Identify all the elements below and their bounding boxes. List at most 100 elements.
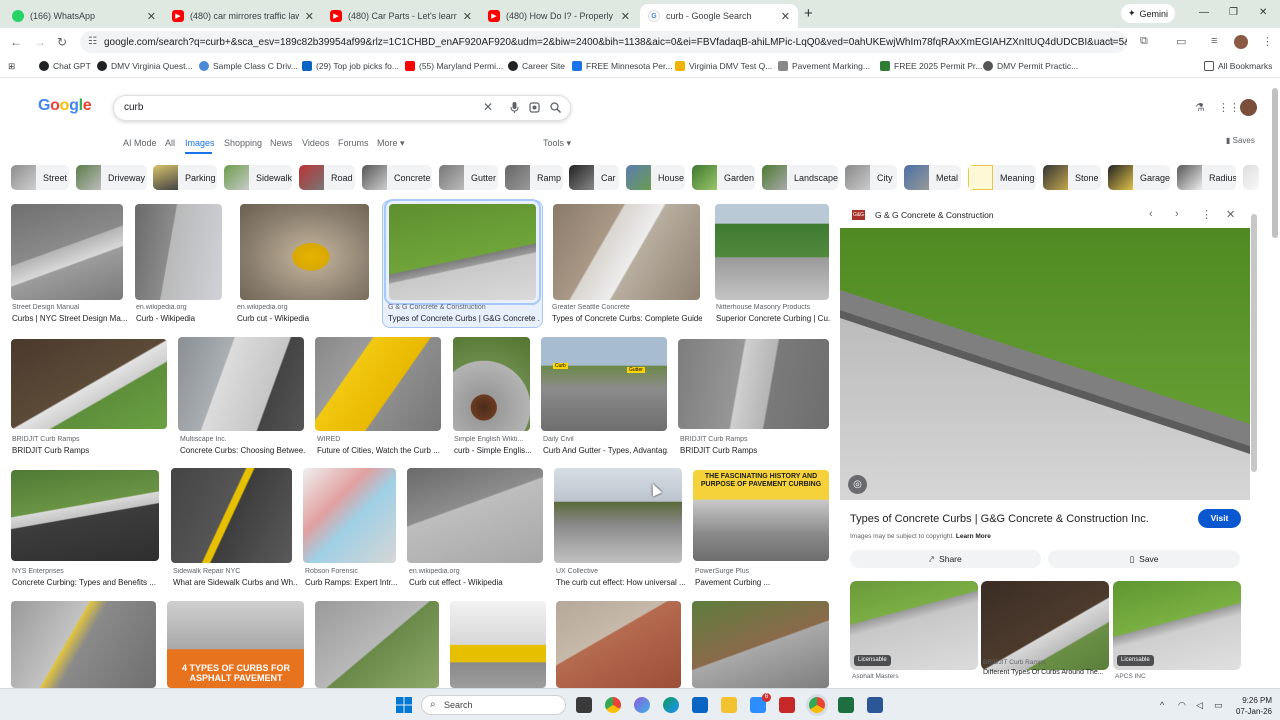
result-caption[interactable]: Types of Concrete Curbs: Complete Guide … — [552, 314, 702, 323]
tab-news[interactable]: News — [270, 138, 293, 148]
result-image[interactable] — [678, 339, 829, 429]
reading-list-icon[interactable]: ≡ — [1211, 35, 1217, 47]
chrome-active-icon[interactable] — [809, 697, 825, 713]
outlook-icon[interactable] — [692, 697, 708, 713]
result-caption[interactable]: The curb cut effect: How universal ... — [556, 578, 691, 587]
page-scroll-thumb[interactable] — [1272, 88, 1278, 238]
clock[interactable]: 9:26 PM 07-Jan-26 — [1232, 695, 1272, 717]
windows-start-icon[interactable] — [396, 697, 412, 713]
next-icon[interactable]: › — [1175, 208, 1179, 220]
chrome-icon[interactable] — [605, 697, 621, 713]
chip-ramp[interactable]: Ramp — [505, 165, 563, 190]
result-caption[interactable]: Curb cut - Wikipedia — [237, 314, 372, 323]
account-avatar[interactable] — [1240, 99, 1257, 116]
browser-tab-youtube-2[interactable]: ▶ (480) Car Parts - Let's learn and ✕ — [322, 4, 480, 28]
result-caption[interactable]: curb - Simple Englis... — [454, 446, 532, 455]
result-image[interactable]: Curb Gutter — [541, 337, 667, 431]
close-tab-icon[interactable]: ✕ — [621, 10, 630, 23]
bookmark-minnesota-permit[interactable]: FREE Minnesota Per... — [572, 61, 672, 71]
result-image[interactable] — [315, 601, 439, 688]
result-image[interactable] — [556, 601, 681, 688]
wifi-icon[interactable]: ◠ — [1178, 700, 1186, 711]
result-image[interactable] — [135, 204, 222, 300]
chip-street[interactable]: Street — [11, 165, 69, 190]
preview-title[interactable]: Types of Concrete Curbs | G&G Concrete &… — [850, 513, 1149, 525]
result-caption[interactable]: Curb cut effect - Wikipedia — [409, 578, 544, 587]
tab-ai-mode[interactable]: AI Mode — [123, 138, 157, 148]
saves-link[interactable]: ▮ Saves — [1226, 136, 1255, 145]
bookmark-chatgpt[interactable]: Chat GPT — [39, 61, 91, 71]
result-image[interactable] — [715, 204, 829, 300]
lens-camera-icon[interactable] — [529, 102, 540, 116]
result-image[interactable] — [11, 204, 123, 300]
chip-garage[interactable]: Garage — [1108, 165, 1170, 190]
tab-all[interactable]: All — [165, 138, 175, 148]
edge-icon[interactable] — [663, 697, 679, 713]
result-caption[interactable]: BRIDJIT Curb Ramps — [12, 446, 172, 455]
microphone-icon[interactable] — [510, 102, 519, 116]
chip-gutter[interactable]: Gutter — [439, 165, 498, 190]
chip-stone[interactable]: Stone — [1043, 165, 1101, 190]
close-tab-icon[interactable]: ✕ — [147, 10, 156, 23]
address-bar[interactable]: ☷ google.com/search?q=curb+&sca_esv=189c… — [80, 31, 1127, 53]
chip-city[interactable]: City — [845, 165, 897, 190]
taskbar-search[interactable]: ⌕ Search — [421, 695, 566, 715]
lens-search-icon[interactable]: ◎ — [848, 475, 867, 494]
more-options-icon[interactable]: ⋮ — [1201, 208, 1212, 221]
result-image[interactable] — [553, 204, 700, 300]
result-image[interactable] — [450, 601, 546, 688]
result-caption[interactable]: Future of Cities, Watch the Curb ... — [317, 446, 442, 455]
tab-images[interactable]: Images — [185, 138, 215, 148]
search-icon[interactable] — [550, 102, 562, 116]
related-image[interactable] — [981, 581, 1109, 670]
labs-flask-icon[interactable]: ⚗ — [1195, 101, 1205, 114]
panel-scrollbar[interactable] — [1251, 206, 1257, 676]
tab-more[interactable]: More ▾ — [377, 138, 405, 149]
chip-landscape[interactable]: Landscape — [762, 165, 838, 190]
result-image[interactable] — [453, 337, 530, 431]
chip-car[interactable]: Car — [569, 165, 619, 190]
close-panel-icon[interactable]: ✕ — [1226, 208, 1235, 221]
related-image[interactable]: Licensable — [1113, 581, 1241, 670]
result-image[interactable] — [171, 468, 292, 563]
result-caption[interactable]: Curb - Wikipedia — [136, 314, 226, 323]
chip-radius[interactable]: Radius — [1177, 165, 1236, 190]
chip-sidewalk[interactable]: Sidewalk — [224, 165, 292, 190]
previous-icon[interactable]: ‹ — [1149, 208, 1153, 220]
site-info-icon[interactable]: ☷ — [88, 36, 97, 47]
search-box[interactable]: curb ✕ — [113, 95, 571, 121]
search-input[interactable]: curb — [124, 102, 143, 113]
result-caption[interactable]: Pavement Curbing ... — [695, 578, 830, 587]
related-image[interactable]: Licensable — [850, 581, 978, 670]
result-image[interactable] — [554, 468, 682, 563]
chip-driveway[interactable]: Driveway — [76, 165, 147, 190]
chip-house[interactable]: House — [626, 165, 685, 190]
reload-icon[interactable]: ↻ — [57, 35, 67, 49]
apps-grid-icon[interactable]: ⊞ — [8, 61, 15, 72]
bookmark-dmv-virginia[interactable]: DMV Virginia Quest... — [97, 61, 193, 71]
browser-tab-google[interactable]: G curb - Google Search ✕ — [640, 4, 798, 28]
chip-meaning[interactable]: Meaning — [968, 165, 1036, 190]
profile-avatar[interactable] — [1234, 35, 1248, 49]
copilot-icon[interactable] — [634, 697, 650, 713]
result-image[interactable] — [315, 337, 441, 431]
result-image[interactable] — [692, 601, 829, 688]
volume-icon[interactable]: ◁ — [1196, 700, 1203, 711]
close-tab-icon[interactable]: ✕ — [305, 10, 314, 23]
gemini-button[interactable]: ✦ Gemini — [1121, 4, 1175, 23]
close-tab-icon[interactable]: ✕ — [463, 10, 472, 23]
bookmark-virginia-dmv-test[interactable]: Virginia DMV Test Q... — [675, 61, 772, 71]
related-caption[interactable]: Different Types Of Curbs Around The... — [983, 669, 1109, 676]
google-logo[interactable]: Google — [38, 97, 92, 115]
panel-scroll-thumb[interactable] — [1251, 214, 1257, 472]
chip-parking[interactable]: Parking — [153, 165, 217, 190]
bookmark-dmv-permit-practice[interactable]: DMV Permit Practic... — [983, 61, 1078, 71]
tray-chevron-icon[interactable]: ^ — [1160, 700, 1164, 710]
chip-garden[interactable]: Garden — [692, 165, 755, 190]
clear-icon[interactable]: ✕ — [483, 100, 493, 114]
share-button[interactable]: ⤤ Share — [850, 550, 1041, 568]
tab-shopping[interactable]: Shopping — [224, 138, 262, 148]
bookmark-career-site[interactable]: Career Site — [508, 61, 565, 71]
cast-icon[interactable]: ▭ — [1176, 35, 1186, 48]
bookmark-top-job-picks[interactable]: (29) Top job picks fo... — [302, 61, 399, 71]
